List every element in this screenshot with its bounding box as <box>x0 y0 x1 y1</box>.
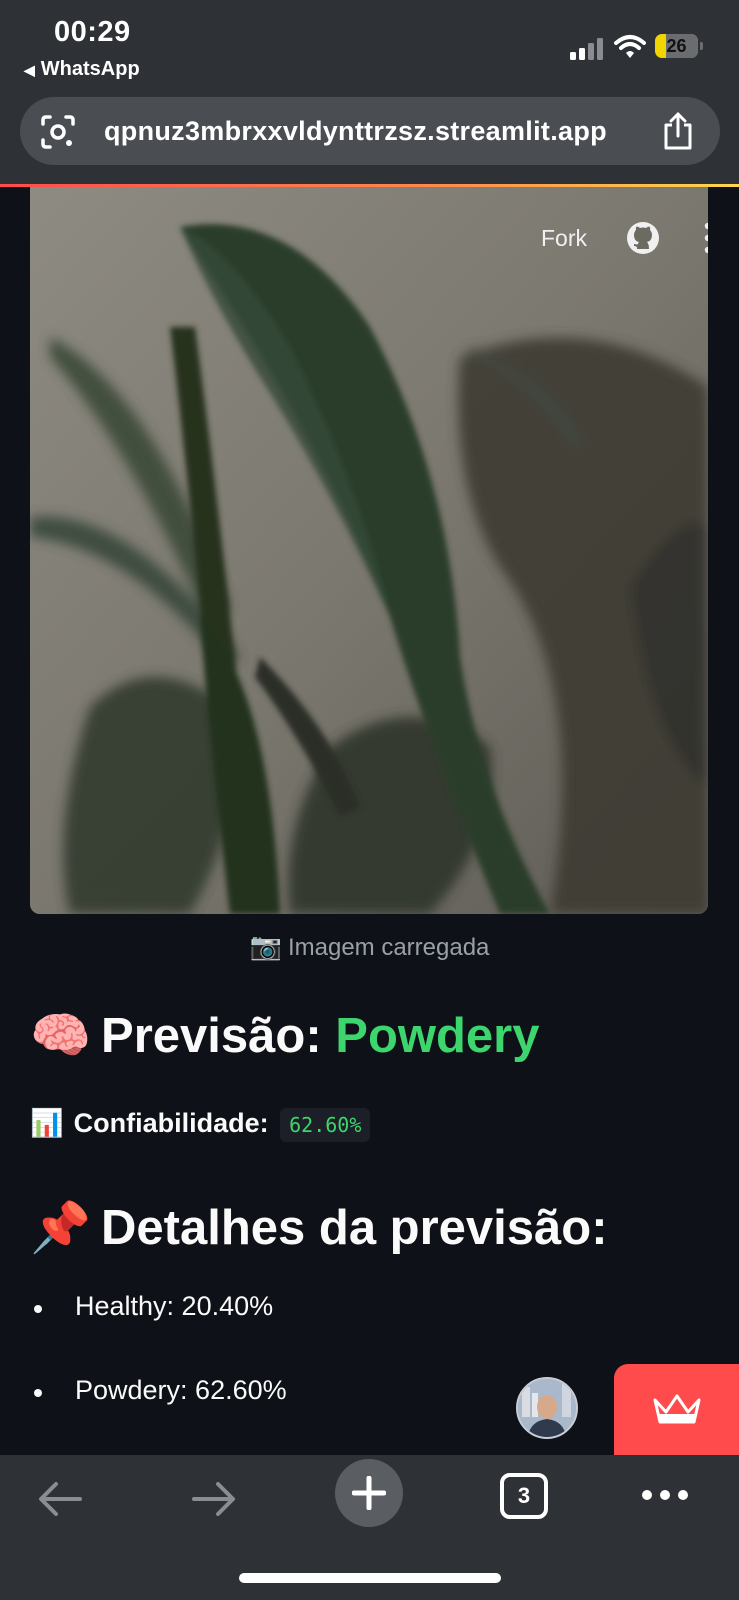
crown-icon <box>653 1394 701 1424</box>
github-icon[interactable] <box>626 221 660 255</box>
app-content[interactable]: Fork 📷 Imagem carregada 🧠 Previsão: Powder… <box>0 187 739 1455</box>
confidence-label: Confiabilidade: <box>73 1108 269 1138</box>
kebab-menu-icon[interactable] <box>700 221 708 255</box>
battery-icon: 26 <box>655 34 703 58</box>
lens-icon[interactable] <box>40 114 76 150</box>
details-title: Detalhes da previsão: <box>101 1201 608 1255</box>
signal-icon <box>570 38 603 60</box>
tabs-icon[interactable]: 3 <box>500 1473 548 1519</box>
avatar[interactable] <box>516 1377 578 1439</box>
battery-body: 26 <box>655 34 698 58</box>
forward-arrow-icon[interactable] <box>190 1479 238 1519</box>
uploaded-plant-image: Fork <box>30 187 708 914</box>
fork-button[interactable]: Fork <box>541 225 587 252</box>
list-item: Powdery: 62.60% <box>30 1375 287 1455</box>
details-heading: 📌 Detalhes da previsão: <box>30 1199 608 1256</box>
streamlit-badge[interactable] <box>614 1364 739 1455</box>
bar-chart-icon: 📊 <box>30 1108 64 1138</box>
details-list: Healthy: 20.40% Powdery: 62.60% <box>30 1291 287 1455</box>
prediction-label: Previsão: <box>101 1009 322 1063</box>
confidence-line: 📊 Confiabilidade: 62.60% <box>30 1107 371 1142</box>
list-item: Healthy: 20.40% <box>30 1291 287 1375</box>
status-bar: 00:29 ◀ WhatsApp 26 <box>0 0 739 92</box>
phone-screen: 00:29 ◀ WhatsApp 26 qpnuz3mbrxxvldynttrz… <box>0 0 739 1600</box>
plus-icon <box>352 1476 386 1510</box>
plant-photo <box>30 187 708 914</box>
url-text: qpnuz3mbrxxvldynttrzsz.streamlit.app <box>104 116 607 146</box>
back-arrow-icon[interactable] <box>36 1479 84 1519</box>
share-icon[interactable] <box>660 111 696 151</box>
back-to-app-link[interactable]: ◀ WhatsApp <box>24 58 140 81</box>
pushpin-icon: 📌 <box>30 1201 92 1255</box>
status-time: 00:29 <box>54 16 131 48</box>
new-tab-button[interactable] <box>335 1459 403 1527</box>
battery-nub <box>700 42 703 50</box>
prediction-value: Powdery <box>335 1009 540 1063</box>
image-caption: 📷 Imagem carregada <box>0 931 739 962</box>
brain-icon: 🧠 <box>30 1009 92 1063</box>
back-app-label: WhatsApp <box>40 58 140 80</box>
camera-icon: 📷 <box>249 931 282 961</box>
caption-text: Imagem carregada <box>287 934 490 961</box>
prediction-heading: 🧠 Previsão: Powdery <box>30 1007 540 1064</box>
home-indicator[interactable] <box>239 1573 501 1583</box>
confidence-value: 62.60% <box>280 1107 371 1142</box>
back-triangle-icon: ◀ <box>24 62 35 78</box>
browser-address-bar: qpnuz3mbrxxvldynttrzsz.streamlit.app <box>0 92 739 184</box>
avatar-photo <box>518 1379 576 1437</box>
wifi-icon <box>614 35 646 58</box>
url-field[interactable]: qpnuz3mbrxxvldynttrzsz.streamlit.app <box>20 97 720 165</box>
more-dots-icon[interactable] <box>640 1485 690 1505</box>
browser-bottom-toolbar: 3 <box>0 1455 739 1600</box>
battery-level: 26 <box>666 36 687 56</box>
